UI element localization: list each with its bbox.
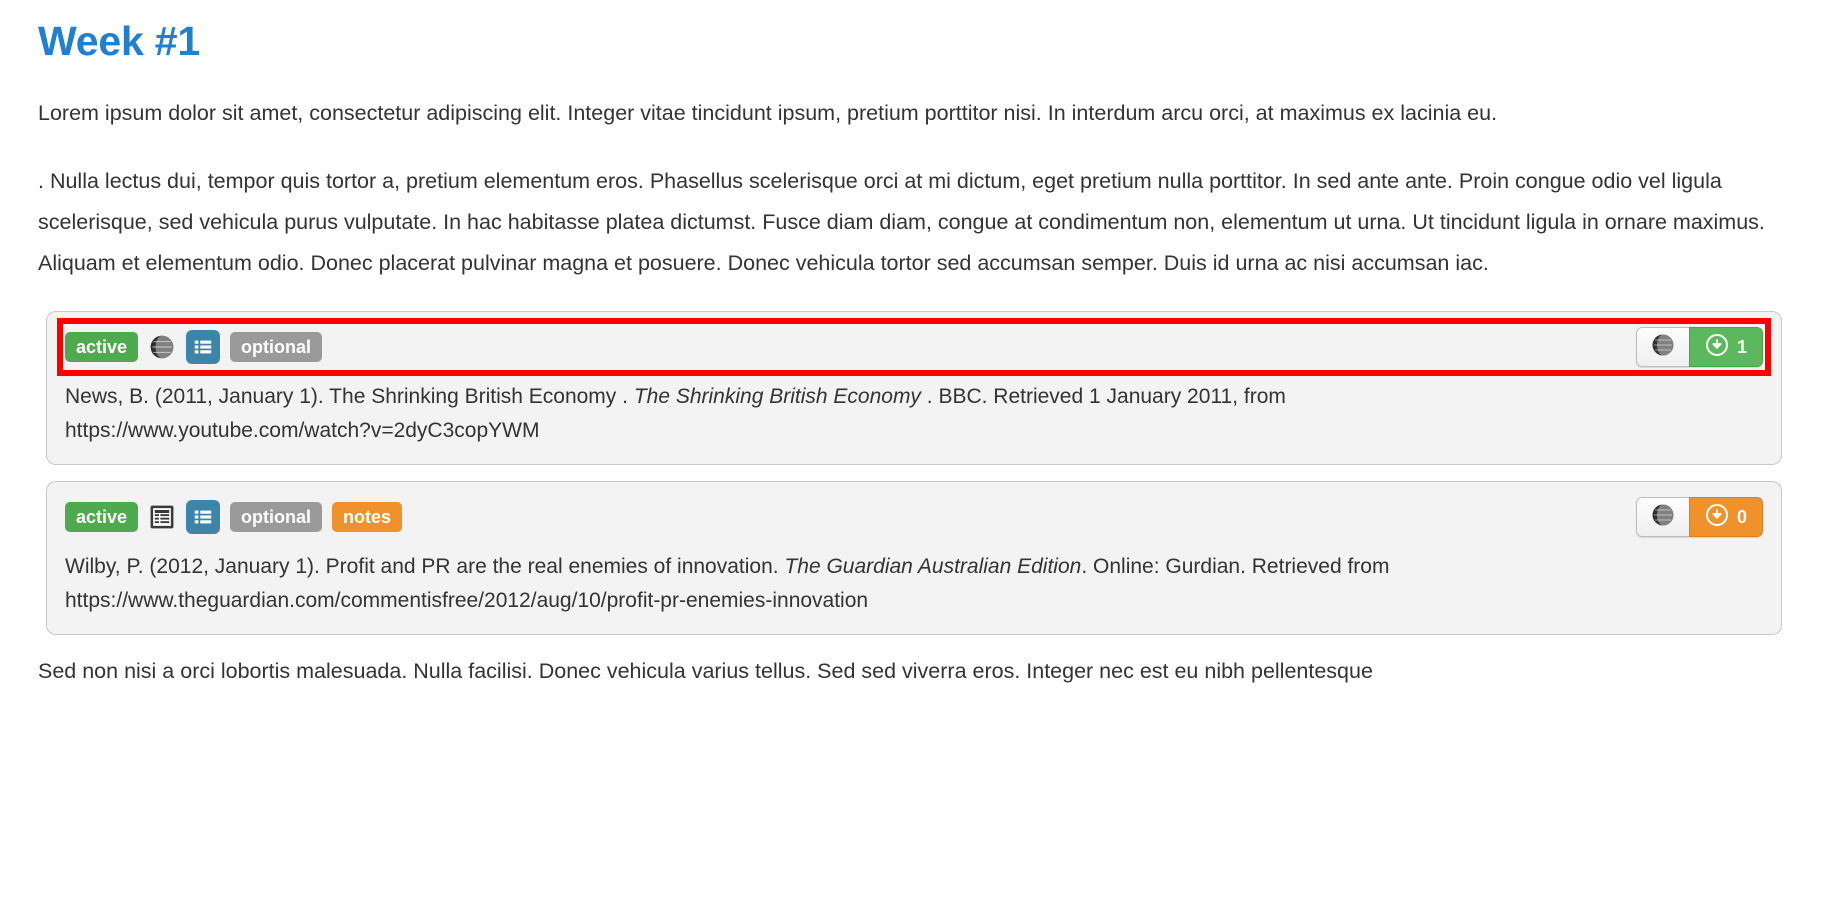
list-icon[interactable]	[186, 330, 221, 364]
citation-card: active optional notes 0 Wilby, P. (2012, Jan…	[46, 481, 1782, 635]
download-count-button[interactable]: 0	[1689, 497, 1763, 537]
page-container: Week #1 Lorem ipsum dolor sit amet, cons…	[0, 0, 1828, 692]
download-icon	[1705, 503, 1729, 532]
intro-paragraph: Lorem ipsum dolor sit amet, consectetur …	[38, 101, 1498, 125]
badge-optional[interactable]: optional	[230, 502, 323, 532]
citation-text: News, B. (2011, January 1). The Shrinkin…	[65, 380, 1745, 448]
badge-group: active optional	[65, 330, 323, 364]
citation-authors: News, B. (2011, January 1). The Shrinkin…	[65, 385, 634, 408]
citation-card-list: active optional 1 News, B. (2011, January 1…	[46, 311, 1782, 635]
citation-url[interactable]: https://www.youtube.com/watch?v=2dyC3cop…	[65, 419, 539, 442]
citation-text: Wilby, P. (2012, January 1). Profit and …	[65, 550, 1745, 618]
download-icon	[1705, 333, 1729, 362]
badge-active[interactable]: active	[65, 332, 139, 362]
body-paragraph: . Nulla lectus dui, tempor quis tortor a…	[38, 169, 1765, 275]
citation-publisher: . Online: Gurdian. Retrieved from	[1081, 555, 1390, 578]
badge-optional[interactable]: optional	[230, 332, 323, 362]
globe-icon	[1651, 503, 1675, 532]
download-count-value: 1	[1736, 336, 1747, 357]
download-count-button[interactable]: 1	[1689, 327, 1763, 367]
badge-active[interactable]: active	[65, 502, 139, 532]
document-icon[interactable]	[148, 502, 176, 532]
globe-icon	[1651, 333, 1675, 362]
citation-authors: Wilby, P. (2012, January 1). Profit and …	[65, 555, 785, 578]
citation-publisher: . BBC. Retrieved 1 January 2011, from	[920, 385, 1286, 408]
footer-paragraph: Sed non nisi a orci lobortis malesuada. …	[38, 659, 1373, 683]
card-action-buttons: 1	[1636, 327, 1763, 367]
badge-group: active optional notes	[65, 500, 403, 534]
citation-url[interactable]: https://www.theguardian.com/commentisfre…	[65, 589, 868, 612]
citation-source-title: The Guardian Australian Edition	[784, 555, 1082, 578]
open-link-button[interactable]	[1636, 327, 1689, 367]
open-link-button[interactable]	[1636, 497, 1689, 537]
badge-notes[interactable]: notes	[332, 502, 403, 532]
card-header-highlighted: active optional 1	[57, 318, 1771, 376]
page-title: Week #1	[38, 18, 200, 64]
list-icon[interactable]	[186, 500, 221, 534]
card-action-buttons: 0	[1636, 497, 1763, 537]
citation-card: active optional 1 News, B. (2011, January 1…	[46, 311, 1782, 465]
card-header: active optional notes 0	[65, 496, 1763, 538]
citation-source-title: The Shrinking British Economy	[633, 385, 921, 408]
download-count-value: 0	[1736, 506, 1747, 527]
globe-icon[interactable]	[148, 332, 176, 362]
